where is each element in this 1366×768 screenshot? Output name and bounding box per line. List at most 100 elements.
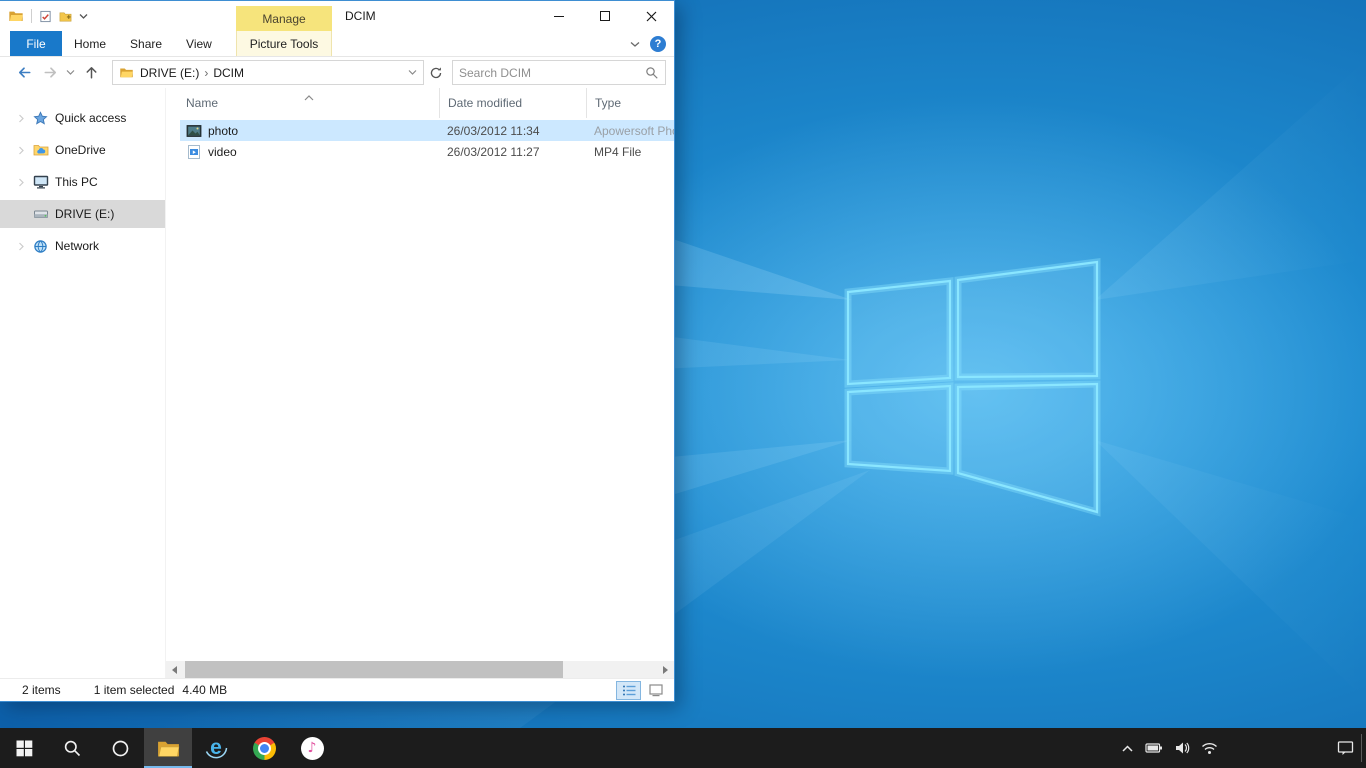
forward-button[interactable] [38,60,62,85]
maximize-button[interactable] [582,1,628,31]
file-row-video[interactable]: video 26/03/2012 11:27 MP4 File [180,141,674,162]
sidebar-item-network[interactable]: Network [0,232,165,260]
back-button[interactable] [10,60,38,85]
close-icon [646,11,657,22]
photo-file-icon [186,123,202,139]
star-icon [32,111,49,126]
ribbon-tab-row: File Home Share View Picture Tools ? [0,31,674,57]
search-input[interactable] [459,66,645,80]
recent-locations-chevron-icon[interactable] [62,60,78,85]
items-count: 2 items [22,683,61,697]
file-explorer-window: Manage DCIM File Home Share View Picture… [0,0,675,702]
expand-chevron-icon[interactable] [16,146,26,155]
svg-text:e: e [210,736,222,759]
help-icon: ? [655,38,662,50]
taskbar-internet-explorer-button[interactable]: e [192,728,240,768]
computer-icon [32,174,49,190]
taskbar-file-explorer-button[interactable] [144,728,192,768]
up-button[interactable] [78,60,104,85]
selected-size: 4.40 MB [182,683,227,697]
navigation-toolbar: DRIVE (E:) › DCIM [0,57,674,88]
name-cell: video [180,144,439,160]
taskbar: e ♪ [0,728,1366,768]
column-headers: Name Date modified Type [180,88,674,118]
address-dropdown-chevron-icon[interactable] [403,61,421,84]
tab-picture-tools[interactable]: Picture Tools [236,31,332,56]
selected-count: 1 item selected [94,683,175,697]
scroll-right-arrow-icon[interactable] [657,661,674,678]
sort-ascending-icon [304,90,314,104]
sidebar-item-onedrive[interactable]: OneDrive [0,136,165,164]
sidebar-item-label: DRIVE (E:) [55,207,114,221]
search-icon[interactable] [645,66,659,80]
details-view-icon [622,684,636,697]
start-button[interactable] [0,728,48,768]
refresh-icon[interactable] [426,60,446,85]
file-row-photo[interactable]: photo 26/03/2012 11:34 Apowersoft Pho [180,120,674,141]
hidden-icons-chevron-icon[interactable] [1121,744,1134,753]
details-view-button[interactable] [616,681,641,700]
cortana-button[interactable] [96,728,144,768]
tab-share[interactable]: Share [118,31,174,56]
minimize-icon [554,16,564,17]
manage-contextual-group[interactable]: Manage [236,6,332,31]
expand-chevron-icon[interactable] [16,242,26,251]
tab-view[interactable]: View [174,31,224,56]
customize-quick-access-chevron-icon[interactable] [79,13,88,20]
address-bar[interactable]: DRIVE (E:) › DCIM [112,60,424,85]
show-desktop-button[interactable] [1361,734,1366,762]
drive-icon [32,206,49,222]
date-modified-cell: 26/03/2012 11:34 [439,124,586,138]
breadcrumb-dcim[interactable]: DCIM [213,66,244,80]
onedrive-icon [32,142,49,158]
music-note-icon: ♪ [301,737,324,760]
file-tab[interactable]: File [10,31,62,56]
volume-icon[interactable] [1174,741,1190,755]
titlebar[interactable]: Manage DCIM [0,1,674,31]
video-file-icon [186,144,202,160]
column-header-type[interactable]: Type [586,88,674,118]
close-button[interactable] [628,1,674,31]
view-toggle-buttons [616,681,668,700]
sidebar-item-label: This PC [55,175,98,189]
date-modified-cell: 26/03/2012 11:27 [439,145,586,159]
file-list-area: Name Date modified Type photo 26/03/2012… [166,88,674,678]
type-cell: MP4 File [586,145,674,159]
sidebar-item-this-pc[interactable]: This PC [0,168,165,196]
horizontal-scrollbar[interactable] [166,661,674,678]
qat-separator [31,9,32,23]
taskbar-chrome-button[interactable] [240,728,288,768]
taskbar-itunes-button[interactable]: ♪ [288,728,336,768]
battery-icon[interactable] [1145,742,1163,754]
ribbon-right-controls: ? [630,31,666,57]
taskbar-search-button[interactable] [48,728,96,768]
window-controls [536,1,674,31]
name-cell: photo [180,123,439,139]
folder-icon [156,736,181,761]
sidebar-item-drive-e[interactable]: DRIVE (E:) [0,200,165,228]
action-center-button[interactable] [1337,728,1354,768]
wifi-icon[interactable] [1201,741,1218,755]
column-header-date-modified[interactable]: Date modified [439,88,586,118]
breadcrumb-separator: › [204,66,208,80]
sidebar-item-label: Network [55,239,99,253]
expand-chevron-icon[interactable] [16,178,26,187]
system-tray [1121,728,1218,768]
scroll-left-arrow-icon[interactable] [166,661,183,678]
properties-icon[interactable] [39,10,52,23]
network-icon [32,239,49,254]
breadcrumb: DRIVE (E:) › DCIM [140,66,403,80]
help-button[interactable]: ? [650,36,666,52]
new-folder-icon[interactable] [59,10,72,23]
minimize-button[interactable] [536,1,582,31]
tab-home[interactable]: Home [62,31,118,56]
desktop-screen: Manage DCIM File Home Share View Picture… [0,0,1366,768]
explorer-app-icon[interactable] [8,8,24,24]
scrollbar-thumb[interactable] [185,661,563,678]
scrollbar-track[interactable] [183,661,657,678]
expand-chevron-icon[interactable] [16,114,26,123]
expand-ribbon-chevron-icon[interactable] [630,35,640,53]
large-icons-view-button[interactable] [643,681,668,700]
sidebar-item-quick-access[interactable]: Quick access [0,104,165,132]
breadcrumb-drive[interactable]: DRIVE (E:) [140,66,199,80]
